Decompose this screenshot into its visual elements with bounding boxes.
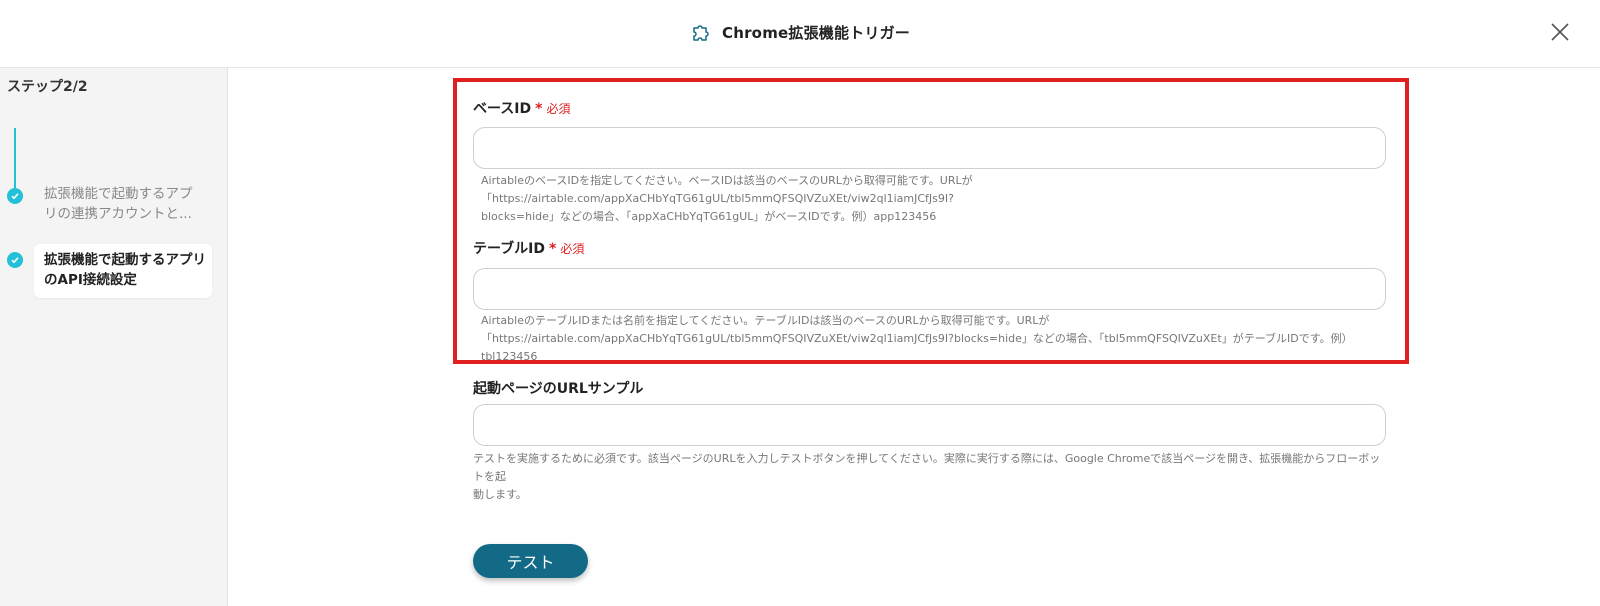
- step-current-check-icon: [7, 252, 23, 268]
- url-sample-label: 起動ページのURLサンプル: [473, 378, 643, 398]
- base-id-label: ベースID * 必須: [473, 98, 570, 118]
- modal-header: Chrome拡張機能トリガー: [0, 0, 1600, 68]
- required-star: *: [549, 241, 557, 257]
- steps-sidebar: ステップ2/2 拡張機能で起動するアプリの連携アカウントと... 拡張機能で起動…: [0, 68, 228, 606]
- url-sample-help-line-2: 動します。: [473, 488, 527, 501]
- table-id-help: AirtableのテーブルIDまたは名前を指定してください。テーブルIDは該当の…: [481, 312, 1386, 366]
- table-id-help-line-2: 「https://airtable.com/appXaCHbYqTG61gUL/…: [481, 332, 1353, 363]
- puzzle-icon: [690, 20, 714, 44]
- base-id-help-line-1: AirtableのベースIDを指定してください。ベースIDは該当のベースのURL…: [481, 174, 973, 205]
- base-id-help-line-2: blocks=hide」などの場合、「appXaCHbYqTG61gUL」がベー…: [481, 210, 937, 223]
- step-connector-line: [14, 128, 16, 190]
- url-sample-label-text: 起動ページのURLサンプル: [473, 381, 644, 397]
- table-id-input[interactable]: [473, 268, 1386, 310]
- base-id-help: AirtableのベースIDを指定してください。ベースIDは該当のベースのURL…: [481, 172, 1386, 226]
- url-sample-help-line-1: テストを実施するために必須です。該当ページのURLを入力しテストボタンを押してく…: [473, 452, 1381, 483]
- table-id-label: テーブルID * 必須: [473, 238, 584, 258]
- test-button[interactable]: テスト: [473, 544, 588, 578]
- step-2-label: 拡張機能で起動するアプリのAPI接続設定: [44, 252, 206, 288]
- base-id-input[interactable]: [473, 127, 1386, 169]
- url-sample-input[interactable]: [473, 404, 1386, 446]
- page-title: Chrome拡張機能トリガー: [722, 23, 910, 42]
- step-2-card[interactable]: 拡張機能で起動するアプリのAPI接続設定: [34, 244, 212, 298]
- step-counter: ステップ2/2: [7, 79, 88, 95]
- required-star: *: [535, 101, 543, 117]
- table-id-help-line-1: AirtableのテーブルIDまたは名前を指定してください。テーブルIDは該当の…: [481, 314, 1050, 327]
- step-complete-check-icon: [7, 188, 23, 204]
- required-badge: 必須: [560, 242, 585, 256]
- required-badge: 必須: [546, 102, 571, 116]
- base-id-label-text: ベースID: [473, 101, 532, 117]
- url-sample-help: テストを実施するために必須です。該当ページのURLを入力しテストボタンを押してく…: [473, 450, 1386, 504]
- close-icon[interactable]: [1548, 20, 1572, 44]
- header-title-wrap: Chrome拡張機能トリガー: [0, 20, 1600, 44]
- step-1-label[interactable]: 拡張機能で起動するアプリの連携アカウントと...: [44, 184, 204, 224]
- table-id-label-text: テーブルID: [473, 241, 545, 257]
